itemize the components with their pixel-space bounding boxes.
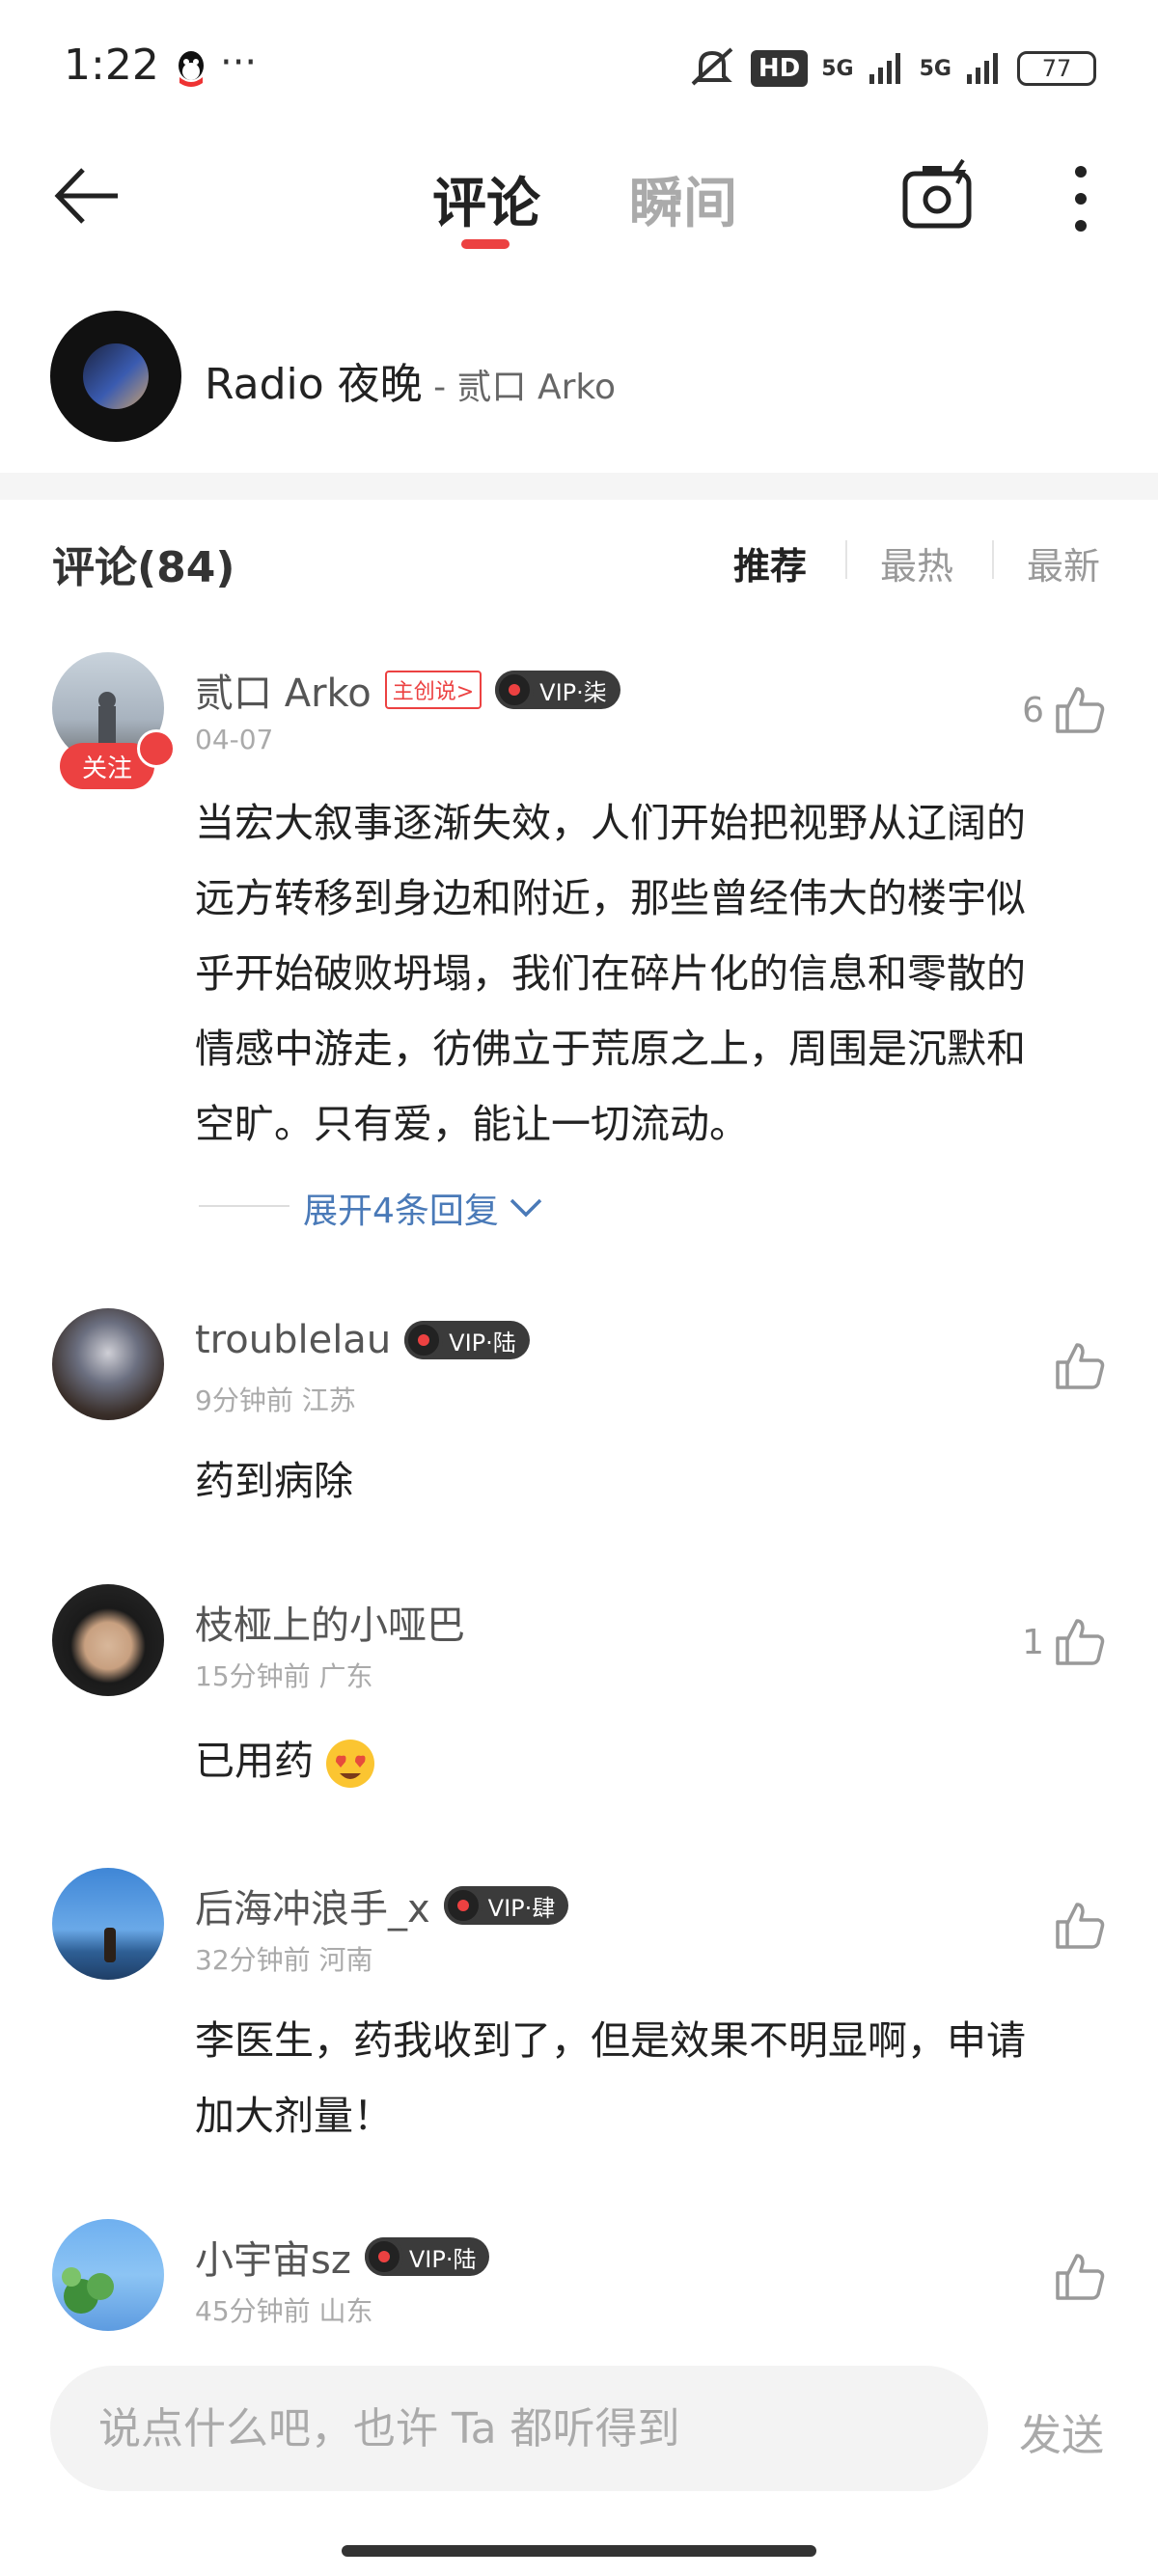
- comments-count: 评论(84): [52, 543, 235, 592]
- more-menu-icon[interactable]: [1073, 164, 1089, 237]
- like-button[interactable]: 1: [1022, 1617, 1106, 1667]
- status-icons: HD 5G 5G 77: [687, 44, 1096, 93]
- like-button[interactable]: [1054, 1341, 1106, 1391]
- sort-recommend[interactable]: 推荐: [733, 536, 807, 589]
- comment-username[interactable]: 枝桠上的小哑巴: [195, 1594, 465, 1650]
- like-button[interactable]: [1054, 1901, 1106, 1951]
- thumbs-up-icon: [1056, 1343, 1105, 1389]
- signal-icon: [868, 49, 906, 88]
- vip-badge[interactable]: VIP·陆: [404, 1321, 530, 1359]
- sort-divider: [992, 540, 994, 579]
- comment-text: 当宏大叙事逐渐失效，人们开始把视野从辽阔的 远方转移到身边和附近，那些曾经伟大的…: [195, 785, 1121, 1162]
- expand-replies-label: 展开4条回复: [303, 1192, 499, 1231]
- comment-username[interactable]: 贰口 Arko: [195, 662, 372, 718]
- signal-icon-2: [965, 49, 1004, 88]
- comment-text: 药到病除: [195, 1458, 353, 1504]
- like-button[interactable]: 6: [1022, 685, 1106, 735]
- sort-divider: [845, 540, 847, 579]
- comment-line: 加大剂量！: [195, 2093, 393, 2139]
- expand-replies-button[interactable]: 展开4条回复: [303, 1183, 543, 1233]
- like-count: 6: [1022, 690, 1044, 730]
- vip-badge[interactable]: VIP·柒: [495, 671, 620, 709]
- song-title: Radio 夜晚: [205, 360, 423, 409]
- chevron-down-icon: [510, 1198, 542, 1218]
- comment-line: 情感中游走，彷佛立于荒原之上，周围是沉默和: [195, 1026, 1026, 1072]
- back-arrow-icon[interactable]: [52, 164, 122, 232]
- comment-line: 当宏大叙事逐渐失效，人们开始把视野从辽阔的: [195, 800, 1026, 846]
- comment-meta: 9分钟前 江苏: [195, 1384, 356, 1416]
- creator-tag[interactable]: 主创说>: [384, 671, 482, 709]
- comment-username[interactable]: 后海冲浪手_x: [195, 1877, 430, 1933]
- vinyl-icon: [404, 1321, 444, 1359]
- thumbs-up-icon: [1056, 1619, 1105, 1665]
- comment-text: 李医生，药我收到了，但是效果不明显啊，申请 加大剂量！: [195, 2003, 1121, 2153]
- tab-active-indicator: [461, 239, 510, 249]
- qq-icon: [172, 48, 210, 95]
- comment-line: 空旷。只有爱，能让一切流动。: [195, 1101, 749, 1147]
- expand-divider: [199, 1205, 290, 1207]
- comment-line: 乎开始破败坍塌，我们在碎片化的信息和零散的: [195, 950, 1026, 997]
- comment-username-row: 后海冲浪手_x VIP·肆: [195, 1877, 569, 1933]
- comment-text: 已用药: [195, 1723, 1121, 1798]
- vinyl-icon: [443, 1886, 482, 1925]
- tab-moments[interactable]: 瞬间: [629, 160, 737, 238]
- song-artist: - 贰口 Arko: [422, 368, 616, 407]
- like-button[interactable]: [1054, 2252, 1106, 2302]
- battery-icon: 77: [1017, 51, 1096, 86]
- comment-username-row: 小宇宙sz VIP·陆: [195, 2229, 490, 2285]
- comment-meta: 04-07: [195, 724, 274, 755]
- tab-comments[interactable]: 评论: [432, 160, 540, 238]
- thumbs-up-icon: [1056, 687, 1105, 733]
- comment-username-row: 枝桠上的小哑巴: [195, 1594, 465, 1650]
- comment-meta: 45分钟前 山东: [195, 2295, 373, 2327]
- comment-username[interactable]: 小宇宙sz: [195, 2229, 351, 2285]
- thumbs-up-icon: [1056, 2254, 1105, 2300]
- comment-line: 李医生，药我收到了，但是效果不明显啊，申请: [195, 2017, 1026, 2064]
- comment-line: 远方转移到身边和附近，那些曾经伟大的楼宇似: [195, 875, 1026, 921]
- comment-username-row: troublelau VIP·陆: [195, 1318, 530, 1362]
- heart-eyes-emoji-icon: [326, 1740, 375, 1788]
- send-button[interactable]: 发送: [1019, 2400, 1104, 2462]
- comment-meta: 32分钟前 河南: [195, 1944, 373, 1976]
- avatar[interactable]: [52, 1308, 164, 1420]
- camera-icon[interactable]: [901, 158, 975, 235]
- song-info[interactable]: Radio 夜晚 - 贰口 Arko: [205, 349, 616, 411]
- vip-badge[interactable]: VIP·肆: [443, 1886, 569, 1925]
- vip-badge[interactable]: VIP·陆: [364, 2237, 490, 2276]
- comment-username[interactable]: troublelau: [195, 1318, 391, 1362]
- network-label-2: 5G: [919, 56, 951, 81]
- status-time: 1:22: [64, 41, 159, 90]
- comment-meta: 15分钟前 广东: [195, 1660, 373, 1692]
- comment-username-row: 贰口 Arko 主创说> VIP·柒: [195, 662, 620, 718]
- hd-badge: HD: [750, 50, 809, 87]
- section-divider: [0, 473, 1158, 500]
- network-label-1: 5G: [821, 56, 854, 81]
- creator-badge-icon: [137, 729, 176, 768]
- home-indicator[interactable]: [342, 2545, 816, 2557]
- avatar[interactable]: [52, 1584, 164, 1696]
- avatar[interactable]: [52, 1868, 164, 1980]
- thumbs-up-icon: [1056, 1903, 1105, 1949]
- album-art: [83, 343, 149, 409]
- comment-text-content: 已用药: [195, 1738, 314, 1784]
- comment-input[interactable]: [50, 2366, 988, 2491]
- vinyl-icon: [495, 671, 535, 709]
- avatar[interactable]: [52, 2219, 164, 2331]
- mute-icon: [687, 45, 737, 92]
- like-count: 1: [1022, 1622, 1044, 1662]
- sort-hot[interactable]: 最热: [880, 536, 953, 589]
- more-status-icon: ···: [220, 41, 258, 85]
- vinyl-icon: [364, 2237, 403, 2276]
- sort-new[interactable]: 最新: [1027, 536, 1100, 589]
